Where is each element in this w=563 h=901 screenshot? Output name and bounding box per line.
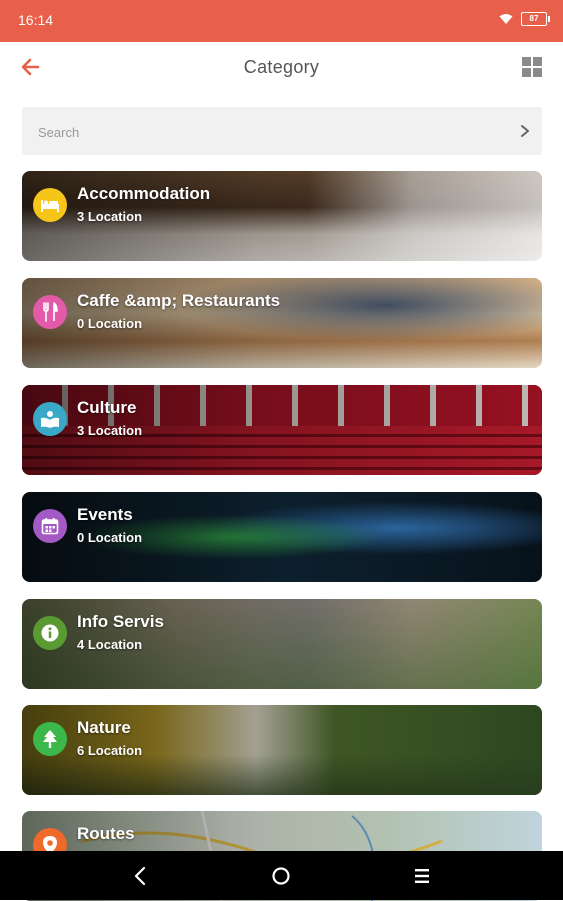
bed-icon — [33, 188, 67, 222]
battery-icon: 87 — [521, 12, 550, 26]
category-card-culture[interactable]: Culture 3 Location — [22, 385, 542, 475]
fork-knife-icon — [33, 295, 67, 329]
category-title: Accommodation — [77, 184, 211, 203]
category-count: 4 Location — [77, 637, 143, 652]
system-nav-bar — [0, 851, 563, 900]
category-count: 0 Location — [77, 530, 143, 545]
nav-back-icon[interactable] — [128, 863, 154, 889]
category-card-info-servis[interactable]: Info Servis 4 Location — [22, 599, 542, 689]
page-title: Category — [243, 57, 320, 77]
nav-recents-icon[interactable] — [409, 863, 435, 889]
book-reader-icon — [33, 402, 67, 436]
app-bar: Category — [0, 42, 563, 92]
nav-home-icon[interactable] — [268, 863, 294, 889]
search-input[interactable] — [36, 107, 500, 157]
status-icons: 87 — [499, 12, 550, 26]
category-title: Events — [77, 505, 133, 524]
chevron-right-icon[interactable] — [518, 123, 532, 139]
category-count: 6 Location — [77, 743, 143, 758]
category-title: Routes — [77, 824, 135, 843]
grid-view-icon[interactable] — [521, 56, 543, 78]
category-title: Culture — [77, 398, 137, 417]
search-bar — [22, 107, 542, 157]
wifi-icon — [499, 14, 513, 24]
category-title: Info Servis — [77, 612, 164, 631]
category-card-accommodation[interactable]: Accommodation 3 Location — [22, 171, 542, 261]
category-count: 3 Location — [77, 423, 143, 438]
category-count: 0 Location — [77, 316, 143, 331]
category-card-caffe-restaurants[interactable]: Caffe &amp; Restaurants 0 Location — [22, 278, 542, 368]
status-bar: 16:14 87 — [0, 0, 563, 42]
category-title: Caffe &amp; Restaurants — [77, 291, 281, 310]
category-count: 3 Location — [77, 209, 143, 224]
tree-icon — [33, 722, 67, 756]
category-card-events[interactable]: Events 0 Location — [22, 492, 542, 582]
category-title: Nature — [77, 718, 131, 737]
status-time: 16:14 — [18, 12, 54, 28]
category-card-nature[interactable]: Nature 6 Location — [22, 705, 542, 795]
calendar-icon — [33, 509, 67, 543]
info-icon — [33, 616, 67, 650]
